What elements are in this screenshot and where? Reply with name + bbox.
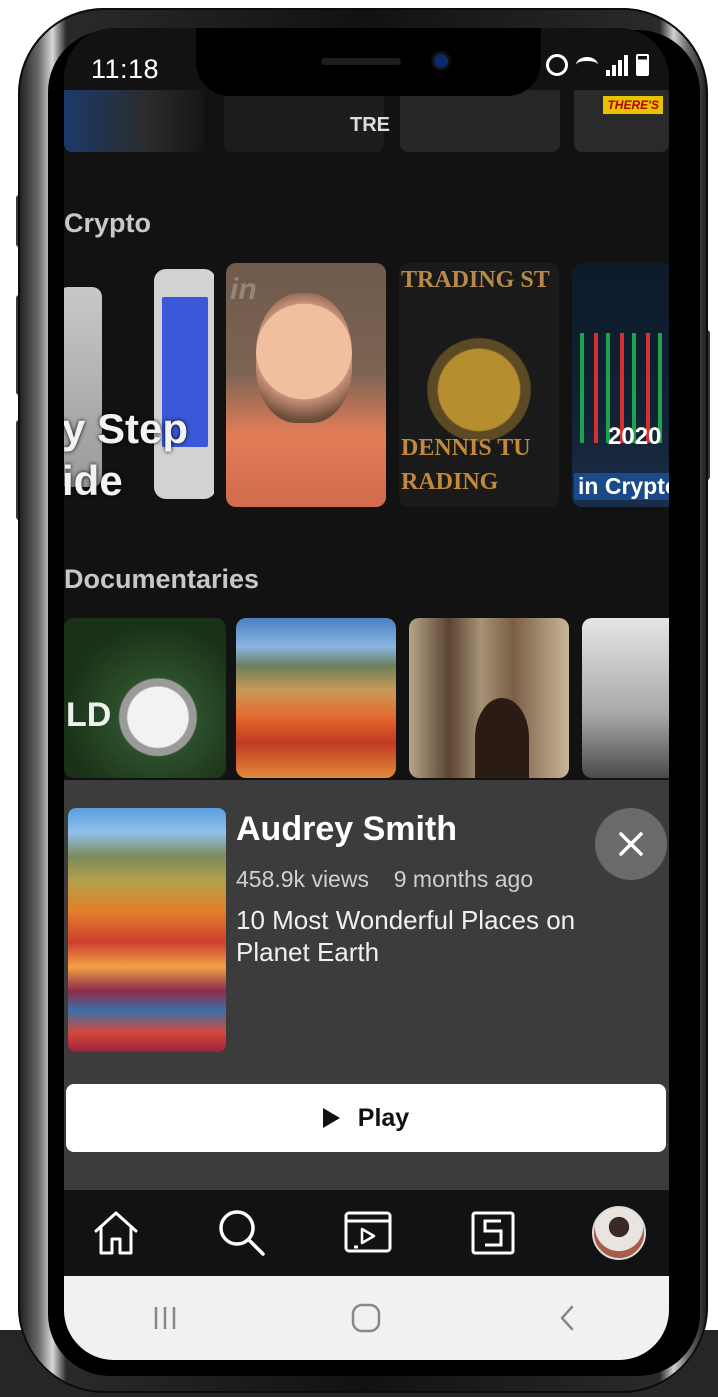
top-thumb-1[interactable] — [64, 90, 204, 152]
crypto-thumb-1[interactable]: y Step ide — [64, 263, 214, 507]
crypto-thumb-2-overlay: in — [230, 273, 257, 306]
view-count: 458.9k views — [236, 866, 369, 892]
recent-apps-button[interactable] — [135, 1288, 195, 1348]
signal-icon — [606, 54, 628, 76]
camera-notch — [196, 28, 541, 96]
top-carousel[interactable]: TRE THERE'S — [64, 90, 669, 152]
nav-shorts[interactable] — [463, 1203, 523, 1263]
top-thumb-text: TRE — [350, 114, 390, 136]
video-title[interactable]: 10 Most Wonderful Places on Planet Earth — [236, 904, 606, 968]
status-time: 11:18 — [91, 54, 160, 84]
top-thumb-2[interactable]: TRE — [224, 90, 390, 152]
person-face — [256, 293, 352, 423]
video-thumbnail[interactable] — [68, 808, 226, 1052]
recent-apps-icon — [154, 1307, 176, 1329]
avatar — [592, 1206, 646, 1260]
play-button[interactable]: Play — [66, 1084, 666, 1152]
nav-profile[interactable] — [589, 1203, 649, 1263]
battery-icon — [636, 54, 649, 76]
nav-search[interactable] — [212, 1203, 272, 1263]
close-icon — [619, 832, 643, 856]
section-title-crypto: Crypto — [64, 208, 151, 238]
wifi-icon — [576, 57, 598, 73]
top-thumb-4[interactable]: THERE'S — [574, 90, 669, 152]
home-circle-icon — [352, 1303, 381, 1333]
crypto-thumb-4-caption: in Crypto — [574, 473, 669, 500]
crypto-thumb-3-text-top: TRADING ST — [401, 267, 550, 293]
home-system-button[interactable] — [336, 1288, 396, 1348]
crypto-thumb-1-text-line1: y Step — [64, 405, 189, 452]
doc-thumb-1[interactable]: LD — [64, 618, 226, 778]
back-button[interactable] — [538, 1288, 598, 1348]
person-figure — [475, 698, 529, 778]
doc-thumb-3[interactable] — [409, 618, 569, 778]
front-camera — [434, 54, 448, 68]
upload-age: 9 months ago — [393, 866, 534, 892]
mini-player-card: Audrey Smith 458.9k views 9 months ago 1… — [64, 780, 669, 1190]
crypto-thumb-4[interactable]: 2020 in Crypto — [572, 263, 669, 507]
status-icons — [546, 54, 649, 76]
crypto-thumb-1-text-line2: ide — [64, 457, 123, 504]
crypto-thumb-3[interactable]: TRADING ST DENNIS TU RADING — [399, 263, 559, 507]
nav-library[interactable] — [338, 1203, 398, 1263]
top-thumb-3[interactable] — [400, 90, 560, 152]
nav-home[interactable] — [86, 1203, 146, 1263]
doc-thumb-1-text: LD — [66, 696, 112, 734]
alarm-icon — [546, 54, 568, 76]
crypto-thumb-4-year: 2020 — [608, 423, 662, 450]
doc-thumb-2[interactable] — [236, 618, 396, 778]
channel-name[interactable]: Audrey Smith — [236, 810, 457, 849]
video-meta: 458.9k views 9 months ago — [236, 866, 533, 893]
earpiece-speaker — [321, 58, 401, 65]
bottom-nav-bar — [64, 1190, 669, 1276]
phone-graphic-2 — [154, 269, 214, 499]
doc-thumb-4[interactable] — [582, 618, 669, 778]
search-icon — [219, 1210, 265, 1256]
play-button-label: Play — [357, 1103, 410, 1132]
crypto-thumb-3-text-bottom1: DENNIS TU — [401, 435, 531, 461]
crypto-thumb-2[interactable]: in — [226, 263, 386, 507]
video-library-icon — [344, 1211, 391, 1253]
top-thumb-tag: THERE'S — [603, 96, 663, 114]
close-button[interactable] — [595, 808, 667, 880]
home-icon — [94, 1211, 138, 1255]
back-icon — [560, 1305, 574, 1331]
system-nav-bar — [64, 1276, 669, 1360]
shorts-icon — [471, 1211, 515, 1255]
play-icon — [322, 1108, 340, 1128]
app-screen: TRE THERE'S Crypto y Step ide in TRADING… — [64, 28, 669, 1360]
crypto-thumb-3-text-bottom2: RADING — [401, 469, 499, 495]
section-title-documentaries: Documentaries — [64, 564, 260, 594]
